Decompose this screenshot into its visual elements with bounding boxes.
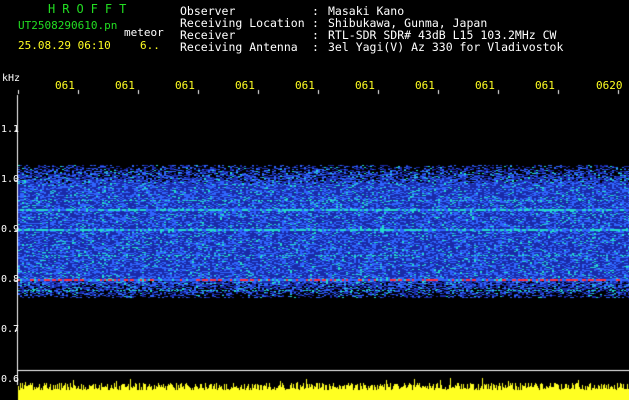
y-tick-label: 0.8 — [1, 274, 20, 285]
x-tick-label: 061 — [475, 79, 495, 92]
file-name: UT2508290610.pn — [18, 19, 118, 32]
file-subtitle: meteor — [124, 26, 164, 39]
x-tick-label: 061 — [535, 79, 555, 92]
timestamp-extra: 6.. — [140, 39, 160, 52]
spectrogram-canvas — [0, 0, 629, 400]
meta-sep: : — [312, 40, 319, 54]
x-tick-label: 061 — [295, 79, 315, 92]
x-tick-label: 0620 — [596, 79, 623, 92]
x-tick-label: 061 — [355, 79, 375, 92]
x-tick-label: 061 — [415, 79, 435, 92]
y-axis-unit: kHz — [2, 73, 21, 84]
x-tick-label: 061 — [175, 79, 195, 92]
x-tick-label: 061 — [115, 79, 135, 92]
y-tick-label: 0.7 — [1, 324, 20, 335]
x-tick-label: 061 — [235, 79, 255, 92]
y-tick-label: 0.6 — [1, 374, 20, 385]
hrofft-window: HROFFT UT2508290610.pn meteor 25.08.29 0… — [0, 0, 629, 400]
meta-antenna: Receiving Antenna:3el Yagi(V) Az 330 for… — [180, 40, 564, 54]
meta-label: Receiving Antenna — [180, 40, 298, 54]
timestamp: 25.08.29 06:10 — [18, 39, 111, 52]
y-tick-label: 0.9 — [1, 224, 20, 235]
x-tick-label: 061 — [55, 79, 75, 92]
y-tick-label: 1.0 — [1, 174, 20, 185]
meta-value: 3el Yagi(V) Az 330 for Vladivostok — [328, 40, 564, 54]
y-tick-label: 1.1 — [1, 124, 20, 135]
app-title: HROFFT — [48, 2, 134, 16]
